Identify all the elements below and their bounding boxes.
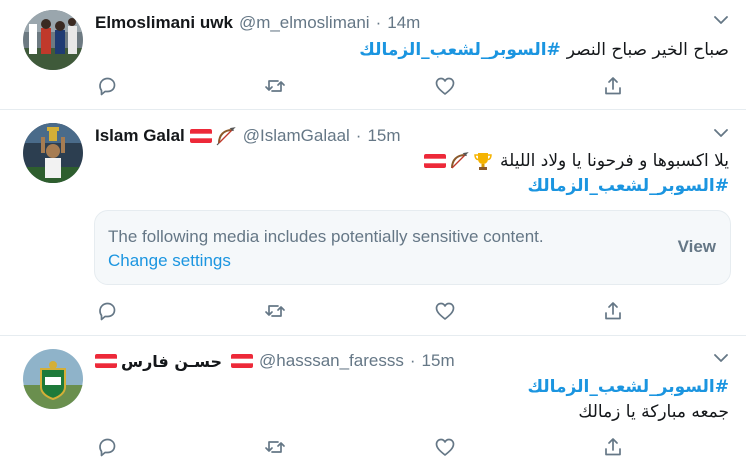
share-icon[interactable] [601, 299, 625, 323]
avatar[interactable] [23, 123, 83, 183]
display-name[interactable]: حسـن فارس [121, 352, 222, 371]
bow-and-arrow-icon [215, 126, 237, 146]
hashtag-link[interactable]: #السوبر_لشعب_الزمالك [527, 377, 729, 397]
tweet-body: صباح الخير صباح النصر [566, 40, 729, 60]
reply-icon[interactable] [95, 435, 119, 459]
tweet-body: يلا اكسبوها و فرحونا يا ولاد الليلة [499, 151, 729, 171]
timestamp[interactable]: 14m [387, 13, 420, 33]
hashtag-link[interactable]: #السوبر_لشعب_الزمالك [359, 40, 561, 60]
tweet[interactable]: Elmoslimani uwk @m_elmoslimani · 14m صبا… [0, 0, 746, 110]
user-handle[interactable]: @hasssan_faresss [259, 351, 404, 371]
austria-flag-icon [423, 154, 446, 168]
like-icon[interactable] [433, 299, 457, 323]
retweet-icon[interactable] [263, 299, 287, 323]
retweet-icon[interactable] [263, 74, 287, 98]
sensitive-media-notice: The following media includes potentially… [94, 210, 731, 285]
stadium-player-avatar-icon [23, 10, 83, 70]
separator-dot: · [409, 351, 416, 370]
bow-and-arrow-icon [448, 151, 470, 171]
like-icon[interactable] [433, 74, 457, 98]
tweet[interactable]: Islam Galal @IslamGalaal · 15m يلا اكسبو… [0, 110, 746, 336]
chevron-down-icon[interactable] [714, 15, 728, 25]
timestamp[interactable]: 15m [367, 126, 400, 146]
user-handle[interactable]: @m_elmoslimani [239, 13, 370, 33]
austria-flag-icon [231, 354, 254, 368]
avatar[interactable] [23, 349, 83, 409]
tweet-actions [95, 299, 625, 323]
tweet-text: يلا اكسبوها و فرحونا يا ولاد الليلة [419, 149, 729, 173]
austria-flag-icon [189, 129, 212, 143]
tweet[interactable]: حسـن فارس @hasssan_faresss · 15m #السوبر… [0, 336, 746, 470]
share-icon[interactable] [601, 74, 625, 98]
chevron-down-icon[interactable] [714, 128, 728, 138]
club-crest-avatar-icon [23, 349, 83, 409]
trophy-icon [472, 151, 494, 171]
display-name[interactable]: Elmoslimani uwk [95, 13, 233, 33]
separator-dot: · [355, 126, 362, 145]
tweet-actions [95, 74, 625, 98]
view-media-button[interactable]: View [678, 237, 716, 257]
trophy-player-avatar-icon [23, 123, 83, 183]
reply-icon[interactable] [95, 74, 119, 98]
separator-dot: · [375, 13, 382, 32]
share-icon[interactable] [601, 435, 625, 459]
tweet-text: جمعه مباركة يا زمالك [578, 400, 729, 424]
tweet-actions [95, 435, 625, 459]
avatar[interactable] [23, 10, 83, 70]
chevron-down-icon[interactable] [714, 353, 728, 363]
austria-flag-icon [95, 354, 117, 368]
sensitive-media-message: The following media includes potentially… [108, 227, 544, 246]
change-settings-link[interactable]: Change settings [108, 251, 231, 271]
retweet-icon[interactable] [263, 435, 287, 459]
like-icon[interactable] [433, 435, 457, 459]
tweet-hashtag-line: #السوبر_لشعب_الزمالك [527, 375, 729, 399]
timestamp[interactable]: 15m [422, 351, 455, 371]
user-handle[interactable]: @IslamGalaal [243, 126, 350, 146]
reply-icon[interactable] [95, 299, 119, 323]
display-name[interactable]: Islam Galal [95, 126, 185, 146]
tweet-text: صباح الخير صباح النصر #السوبر_لشعب_الزما… [359, 38, 729, 62]
tweet-hashtag-line: #السوبر_لشعب_الزمالك [527, 174, 729, 198]
tweet-body: جمعه مباركة يا زمالك [578, 402, 729, 422]
hashtag-link[interactable]: #السوبر_لشعب_الزمالك [527, 176, 729, 196]
